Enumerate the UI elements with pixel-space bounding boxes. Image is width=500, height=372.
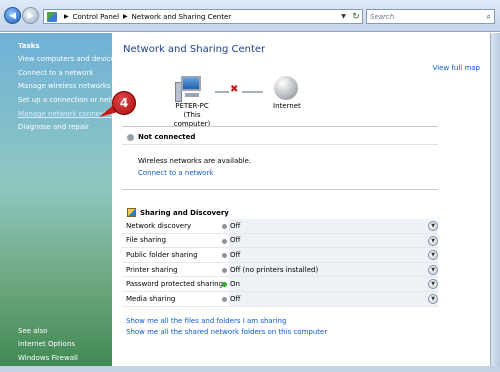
computer-label: PETER-PC (This computer) xyxy=(167,102,217,129)
sharing-value: On xyxy=(230,280,240,289)
table-row: Media sharing Off ▼ xyxy=(122,292,438,307)
chevron-right-icon[interactable]: ▶ xyxy=(64,13,69,20)
network-status-icon xyxy=(127,133,134,141)
connect-network-link[interactable]: Connect to a network xyxy=(138,169,213,177)
expand-chevron-icon[interactable]: ▼ xyxy=(428,235,438,246)
main-pane: Network and Sharing Center View full map… xyxy=(112,33,490,372)
show-shared-folders-link[interactable]: Show me all the shared network folders o… xyxy=(126,328,327,336)
refresh-icon[interactable]: ↻ xyxy=(349,9,363,24)
expand-chevron-icon[interactable]: ▼ xyxy=(428,250,438,261)
breadcrumb-network-sharing[interactable]: Network and Sharing Center xyxy=(132,13,232,21)
window-frame-right xyxy=(490,33,500,372)
table-row: File sharing Off ▼ xyxy=(122,234,438,249)
divider xyxy=(122,126,438,127)
back-button[interactable]: ◀ xyxy=(4,7,21,24)
show-shared-files-link[interactable]: Show me all the files and folders I am s… xyxy=(126,317,286,325)
address-bar: ◀ ▶ ▶ Control Panel ▶ Network and Sharin… xyxy=(0,0,500,32)
step-number-badge: 4 xyxy=(112,91,136,115)
status-dot-icon xyxy=(222,253,227,259)
table-row: Public folder sharing Off ▼ xyxy=(122,248,438,263)
sharing-value: Off xyxy=(230,294,241,303)
sharing-value: Off xyxy=(230,250,241,259)
expand-chevron-icon[interactable]: ▼ xyxy=(428,279,438,290)
wireless-text: Wireless networks are available. xyxy=(138,157,252,165)
sharing-name: Network discovery xyxy=(126,221,192,230)
status-dot-icon xyxy=(222,267,227,273)
address-dropdown-icon[interactable]: ▼ xyxy=(338,9,349,24)
expand-chevron-icon[interactable]: ▼ xyxy=(428,221,438,231)
computer-icon xyxy=(175,76,205,102)
chevron-right-icon[interactable]: ▶ xyxy=(123,13,128,20)
step-callout: 4 xyxy=(97,91,146,121)
control-panel-icon xyxy=(47,11,57,22)
status-header: Not connected xyxy=(127,133,195,141)
internet-label: Internet xyxy=(273,102,301,110)
network-line xyxy=(242,91,263,93)
sharing-value: Off (no printers installed) xyxy=(230,265,319,274)
sharing-value: Off xyxy=(230,221,241,230)
status-dot-icon xyxy=(222,296,227,302)
sidebar-item-manage-wireless[interactable]: Manage wireless networks xyxy=(18,82,111,90)
status-dot-icon xyxy=(222,224,227,229)
page-title: Network and Sharing Center xyxy=(123,44,266,55)
divider xyxy=(122,144,438,145)
forward-arrow-icon: ▶ xyxy=(27,10,34,21)
sharing-name: Public folder sharing xyxy=(126,250,198,259)
search-placeholder: Search xyxy=(370,12,395,21)
sharing-name: Password protected sharing xyxy=(126,280,224,289)
expand-chevron-icon[interactable]: ▼ xyxy=(428,293,438,304)
sharing-name: File sharing xyxy=(126,236,167,245)
search-input[interactable]: Search ⌕ xyxy=(366,9,495,24)
status-dot-icon xyxy=(222,238,227,244)
computer-name: PETER-PC xyxy=(175,102,209,110)
sidebar-item-diagnose[interactable]: Diagnose and repair xyxy=(18,123,89,131)
sidebar-item-internet-options[interactable]: Internet Options xyxy=(18,340,75,348)
search-icon[interactable]: ⌕ xyxy=(487,12,491,22)
status-header-text: Not connected xyxy=(138,133,196,141)
sharing-name: Media sharing xyxy=(126,294,176,303)
expand-chevron-icon[interactable]: ▼ xyxy=(428,264,438,275)
back-arrow-icon: ◀ xyxy=(9,10,16,21)
internet-globe-icon[interactable] xyxy=(274,76,298,100)
status-dot-icon xyxy=(222,282,227,288)
sidebar-item-connect[interactable]: Connect to a network xyxy=(18,69,93,77)
tasks-header: Tasks xyxy=(18,42,40,50)
sharing-header-text: Sharing and Discovery xyxy=(140,208,229,217)
sidebar-item-view-computers[interactable]: View computers and devices xyxy=(18,55,119,63)
address-input[interactable]: ▶ Control Panel ▶ Network and Sharing Ce… xyxy=(43,9,363,24)
view-full-map-link[interactable]: View full map xyxy=(433,64,480,72)
sharing-icon xyxy=(127,208,136,217)
window-frame-bottom xyxy=(0,366,500,372)
table-row: Network discovery Off ▼ xyxy=(122,219,438,234)
network-line xyxy=(215,91,229,93)
sharing-value: Off xyxy=(230,236,241,245)
see-also-header: See also xyxy=(18,327,48,335)
disconnected-x-icon: ✖ xyxy=(230,84,239,95)
forward-button[interactable]: ▶ xyxy=(22,7,39,24)
sidebar-item-windows-firewall[interactable]: Windows Firewall xyxy=(18,354,78,362)
breadcrumb-control-panel[interactable]: Control Panel xyxy=(73,13,119,21)
sidebar: Tasks View computers and devices Connect… xyxy=(0,33,128,372)
divider xyxy=(122,189,438,190)
sharing-header: Sharing and Discovery xyxy=(127,208,229,217)
sharing-table: Network discovery Off ▼ File sharing Off… xyxy=(122,219,438,307)
table-row: Password protected sharing On ▼ xyxy=(122,277,438,292)
sharing-name: Printer sharing xyxy=(126,265,178,274)
table-row: Printer sharing Off (no printers install… xyxy=(122,263,438,278)
